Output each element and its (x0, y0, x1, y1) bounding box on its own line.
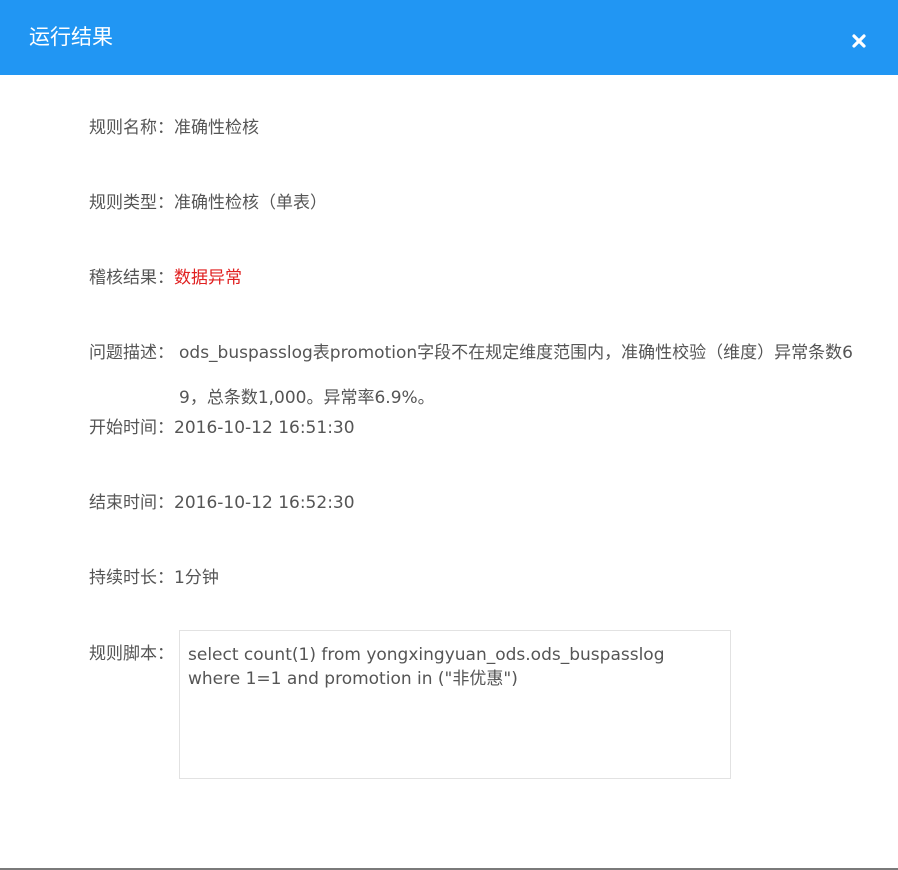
dialog-title: 运行结果 (29, 25, 113, 49)
rule-type-label: 规则类型： (89, 193, 174, 213)
script-textarea[interactable]: select count(1) from yongxingyuan_ods.od… (179, 630, 731, 779)
check-result-value: 数据异常 (174, 268, 242, 288)
start-time-row: 开始时间：2016-10-12 16:51:30 (89, 418, 355, 438)
rule-type-row: 规则类型：准确性检核（单表） (89, 193, 327, 213)
description-value: ods_buspasslog表promotion字段不在规定维度范围内，准确性校… (179, 343, 853, 408)
close-icon (852, 34, 866, 48)
script-text: select count(1) from yongxingyuan_ods.od… (188, 645, 665, 689)
rule-name-row: 规则名称：准确性检核 (89, 118, 259, 138)
duration-row: 持续时长：1分钟 (89, 568, 219, 588)
script-label: 规则脚本： (89, 644, 174, 664)
start-time-label: 开始时间： (89, 418, 174, 438)
check-result-row: 稽核结果：数据异常 (89, 268, 242, 288)
dialog-header: 运行结果 (0, 0, 898, 75)
end-time-value: 2016-10-12 16:52:30 (174, 493, 355, 513)
rule-name-label: 规则名称： (89, 118, 174, 138)
start-time-value: 2016-10-12 16:51:30 (174, 418, 355, 438)
rule-type-value: 准确性检核（单表） (174, 193, 327, 213)
close-button[interactable] (848, 30, 870, 52)
description-label: 问题描述： (89, 343, 174, 363)
duration-label: 持续时长： (89, 568, 174, 588)
end-time-row: 结束时间：2016-10-12 16:52:30 (89, 493, 355, 513)
check-result-label: 稽核结果： (89, 268, 174, 288)
end-time-label: 结束时间： (89, 493, 174, 513)
duration-value: 1分钟 (174, 568, 219, 588)
run-result-dialog: 运行结果 规则名称：准确性检核 规则类型：准确性检核（单表） 稽核结果：数据异常… (0, 0, 898, 868)
rule-name-value: 准确性检核 (174, 118, 259, 138)
